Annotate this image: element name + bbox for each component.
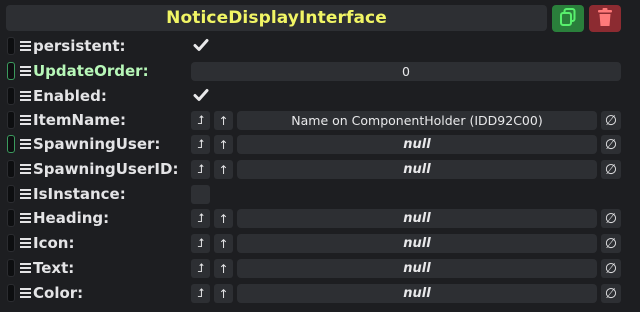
reference-field[interactable]: null (237, 160, 597, 179)
drag-handle[interactable] (7, 234, 15, 252)
field-row: IsInstance: (0, 183, 640, 207)
field-row: persistent: (0, 35, 640, 59)
hamburger-menu-icon[interactable] (20, 162, 31, 175)
checkmark-icon (193, 37, 209, 56)
reference-field[interactable]: Name on ComponentHolder (IDD92C00) (237, 111, 597, 130)
field-label: SpawningUser: (33, 135, 161, 153)
arrow-up-icon[interactable]: ↑ (214, 284, 233, 303)
hamburger-menu-icon[interactable] (20, 113, 31, 126)
null-set-icon[interactable]: ∅ (601, 135, 621, 154)
drag-handle[interactable] (7, 62, 15, 80)
copy-icon (558, 7, 578, 31)
checkmark-icon (193, 87, 209, 106)
null-set-icon[interactable]: ∅ (601, 284, 621, 303)
field-label: Enabled: (33, 87, 107, 105)
drag-handle[interactable] (7, 135, 15, 153)
arrow-up-icon[interactable]: ↑ (214, 259, 233, 278)
field-row: SpawningUser: ⮥ ↑ null ∅ (0, 133, 640, 157)
hamburger-menu-icon[interactable] (20, 64, 31, 77)
number-input[interactable]: 0 (191, 62, 621, 81)
hamburger-menu-icon[interactable] (20, 89, 31, 102)
component-title: NoticeDisplayInterface (166, 8, 387, 28)
jump-to-source-icon[interactable]: ⮥ (191, 259, 210, 278)
reference-field[interactable]: null (237, 209, 597, 228)
drag-handle[interactable] (7, 185, 15, 203)
field-row: Text: ⮥ ↑ null ∅ (0, 257, 640, 281)
field-row: ItemName: ⮥ ↑ Name on ComponentHolder (IDD9… (0, 109, 640, 133)
arrow-up-icon[interactable]: ↑ (214, 160, 233, 179)
reference-field[interactable]: null (237, 284, 597, 303)
field-label: Text: (33, 259, 75, 277)
field-row: Enabled: (0, 85, 640, 109)
drag-handle[interactable] (7, 87, 15, 105)
field-checkbox[interactable] (191, 37, 210, 56)
hamburger-menu-icon[interactable] (20, 187, 31, 200)
field-label: Heading: (33, 209, 110, 227)
null-set-icon[interactable]: ∅ (601, 160, 621, 179)
inspector-panel: NoticeDisplayInterface persistent: Update… (0, 0, 640, 312)
field-checkbox[interactable] (191, 185, 210, 204)
field-label: persistent: (33, 37, 126, 55)
field-label: Icon: (33, 234, 75, 252)
field-row: SpawningUserID: ⮥ ↑ null ∅ (0, 158, 640, 182)
component-header: NoticeDisplayInterface (6, 5, 547, 31)
field-label: SpawningUserID: (33, 160, 179, 178)
field-label: IsInstance: (33, 185, 126, 203)
field-label: Color: (33, 284, 84, 302)
null-set-icon[interactable]: ∅ (601, 209, 621, 228)
drag-handle[interactable] (7, 284, 15, 302)
field-row: Color: ⮥ ↑ null ∅ (0, 282, 640, 306)
arrow-up-icon[interactable]: ↑ (214, 135, 233, 154)
drag-handle[interactable] (7, 160, 15, 178)
drag-handle[interactable] (7, 209, 15, 227)
hamburger-menu-icon[interactable] (20, 211, 31, 224)
reference-field[interactable]: null (237, 259, 597, 278)
field-row: Heading: ⮥ ↑ null ∅ (0, 207, 640, 231)
hamburger-menu-icon[interactable] (20, 137, 31, 150)
field-row: UpdateOrder: 0 (0, 60, 640, 84)
field-label: ItemName: (33, 111, 127, 129)
hamburger-menu-icon[interactable] (20, 261, 31, 274)
hamburger-menu-icon[interactable] (20, 236, 31, 249)
hamburger-menu-icon[interactable] (20, 286, 31, 299)
field-row: Icon: ⮥ ↑ null ∅ (0, 232, 640, 256)
field-checkbox[interactable] (191, 87, 210, 106)
hamburger-menu-icon[interactable] (20, 39, 31, 52)
null-set-icon[interactable]: ∅ (601, 111, 621, 130)
drag-handle[interactable] (7, 259, 15, 277)
jump-to-source-icon[interactable]: ⮥ (191, 284, 210, 303)
jump-to-source-icon[interactable]: ⮥ (191, 160, 210, 179)
delete-component-button[interactable] (589, 5, 621, 32)
drag-handle[interactable] (7, 111, 15, 129)
reference-field[interactable]: null (237, 234, 597, 253)
jump-to-source-icon[interactable]: ⮥ (191, 209, 210, 228)
jump-to-source-icon[interactable]: ⮥ (191, 111, 210, 130)
arrow-up-icon[interactable]: ↑ (214, 234, 233, 253)
trash-icon (596, 7, 614, 31)
field-label: UpdateOrder: (33, 62, 149, 80)
duplicate-component-button[interactable] (552, 5, 584, 32)
jump-to-source-icon[interactable]: ⮥ (191, 135, 210, 154)
null-set-icon[interactable]: ∅ (601, 234, 621, 253)
arrow-up-icon[interactable]: ↑ (214, 111, 233, 130)
jump-to-source-icon[interactable]: ⮥ (191, 234, 210, 253)
null-set-icon[interactable]: ∅ (601, 259, 621, 278)
drag-handle[interactable] (7, 37, 15, 55)
arrow-up-icon[interactable]: ↑ (214, 209, 233, 228)
reference-field[interactable]: null (237, 135, 597, 154)
